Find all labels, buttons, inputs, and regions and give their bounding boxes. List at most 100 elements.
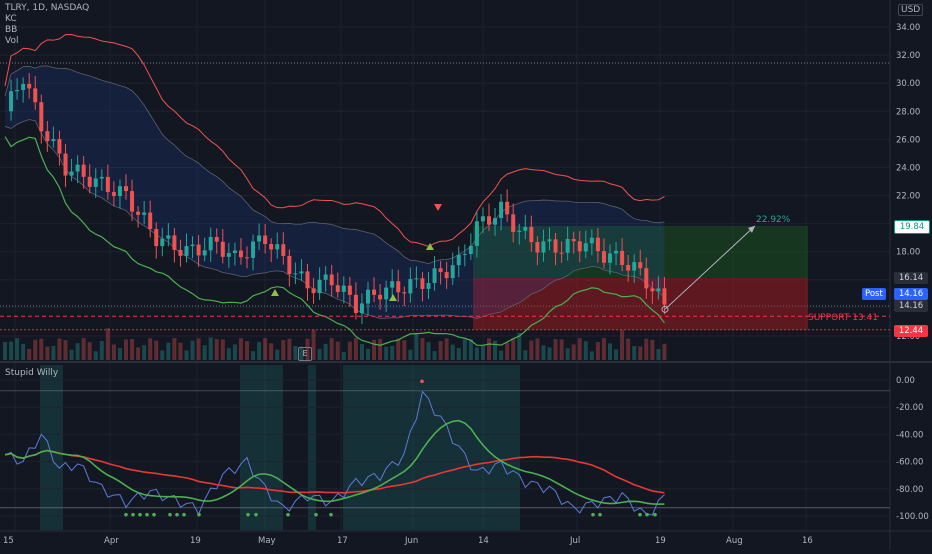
candle-body[interactable]: [474, 221, 479, 246]
legend-item-bb[interactable]: BB: [5, 25, 89, 36]
candle-body[interactable]: [650, 288, 655, 292]
candle-body[interactable]: [517, 230, 522, 232]
candle-body[interactable]: [238, 250, 243, 258]
candle-body[interactable]: [130, 191, 135, 212]
candle-body[interactable]: [245, 257, 249, 259]
candle-body[interactable]: [281, 244, 286, 256]
candle-body[interactable]: [263, 235, 268, 244]
candle-body[interactable]: [166, 235, 171, 239]
candle-body[interactable]: [601, 251, 606, 263]
candle-body[interactable]: [480, 216, 485, 222]
candle-body[interactable]: [293, 273, 298, 275]
candle-body[interactable]: [499, 201, 504, 219]
candle-body[interactable]: [39, 102, 44, 132]
candle-body[interactable]: [632, 262, 637, 271]
candle-body[interactable]: [269, 243, 274, 250]
candle-body[interactable]: [626, 264, 631, 271]
candle-body[interactable]: [571, 238, 576, 242]
candle-body[interactable]: [21, 83, 26, 91]
candle-body[interactable]: [105, 176, 110, 193]
candle-body[interactable]: [136, 211, 141, 215]
candle-body[interactable]: [468, 245, 473, 255]
candle-body[interactable]: [426, 282, 431, 289]
candle-body[interactable]: [142, 212, 147, 215]
candle-body[interactable]: [93, 178, 98, 187]
candle-body[interactable]: [366, 289, 370, 304]
candle-body[interactable]: [444, 272, 449, 279]
candle-body[interactable]: [45, 131, 50, 142]
candle-body[interactable]: [438, 268, 443, 273]
candle-body[interactable]: [608, 253, 612, 263]
candle-body[interactable]: [505, 201, 510, 215]
candle-body[interactable]: [27, 83, 32, 89]
candle-body[interactable]: [583, 243, 588, 252]
candle-body[interactable]: [317, 279, 322, 294]
candle-body[interactable]: [184, 246, 189, 256]
candle-body[interactable]: [456, 254, 461, 266]
candle-body[interactable]: [450, 265, 455, 279]
candle-body[interactable]: [432, 268, 437, 283]
candle-body[interactable]: [226, 253, 231, 257]
candle-body[interactable]: [57, 139, 62, 154]
candle-body[interactable]: [9, 91, 14, 112]
candle-body[interactable]: [69, 171, 74, 176]
candle-body[interactable]: [577, 241, 582, 252]
candle-body[interactable]: [396, 281, 401, 293]
candle-body[interactable]: [638, 262, 643, 269]
candle-body[interactable]: [124, 186, 128, 192]
candle-body[interactable]: [251, 241, 256, 258]
candle-body[interactable]: [353, 294, 358, 313]
currency-label[interactable]: USD: [898, 4, 924, 16]
candle-body[interactable]: [160, 238, 165, 247]
candle-body[interactable]: [305, 271, 310, 289]
candle-body[interactable]: [347, 285, 352, 295]
candle-body[interactable]: [81, 164, 86, 177]
candle-body[interactable]: [196, 244, 201, 256]
candle-body[interactable]: [390, 281, 395, 288]
candle-body[interactable]: [408, 279, 413, 294]
candle-body[interactable]: [372, 289, 377, 295]
candle-body[interactable]: [172, 235, 177, 250]
candle-body[interactable]: [51, 139, 56, 142]
candle-body[interactable]: [595, 237, 600, 252]
legend-item-kc[interactable]: KC: [5, 14, 89, 25]
candle-body[interactable]: [378, 294, 383, 300]
candle-body[interactable]: [420, 278, 425, 289]
candle-body[interactable]: [662, 288, 667, 305]
candle-body[interactable]: [63, 153, 68, 176]
candle-body[interactable]: [287, 255, 292, 275]
candle-body[interactable]: [553, 239, 558, 253]
candle-body[interactable]: [414, 278, 419, 280]
candle-body[interactable]: [493, 218, 498, 225]
candle-body[interactable]: [75, 164, 80, 172]
candle-body[interactable]: [299, 271, 304, 274]
candle-body[interactable]: [589, 237, 594, 244]
candle-body[interactable]: [323, 274, 328, 280]
candle-body[interactable]: [644, 268, 649, 289]
candle-body[interactable]: [335, 285, 340, 292]
chart-canvas[interactable]: 34.0032.0030.0028.0026.0024.0022.0020.00…: [0, 0, 932, 550]
candle-body[interactable]: [190, 244, 195, 247]
candle-body[interactable]: [214, 236, 219, 242]
candle-body[interactable]: [220, 241, 225, 257]
candle-body[interactable]: [559, 252, 564, 254]
indicator-title[interactable]: Stupid Willy: [5, 368, 58, 378]
candle-body[interactable]: [541, 241, 546, 253]
candle-body[interactable]: [487, 216, 491, 225]
candle-body[interactable]: [341, 285, 346, 292]
candle-body[interactable]: [614, 250, 619, 254]
legend-item-vol[interactable]: Vol: [5, 36, 89, 47]
candle-body[interactable]: [202, 250, 207, 256]
candle-body[interactable]: [402, 292, 407, 294]
candle-body[interactable]: [257, 235, 262, 242]
candle-body[interactable]: [99, 176, 104, 179]
candle-body[interactable]: [523, 226, 528, 231]
candle-body[interactable]: [111, 192, 116, 197]
candle-body[interactable]: [33, 88, 38, 103]
candle-body[interactable]: [656, 288, 661, 292]
candle-body[interactable]: [384, 287, 389, 300]
candle-body[interactable]: [178, 249, 183, 256]
candle-body[interactable]: [117, 186, 122, 197]
candle-body[interactable]: [547, 239, 552, 242]
candle-body[interactable]: [208, 236, 213, 251]
